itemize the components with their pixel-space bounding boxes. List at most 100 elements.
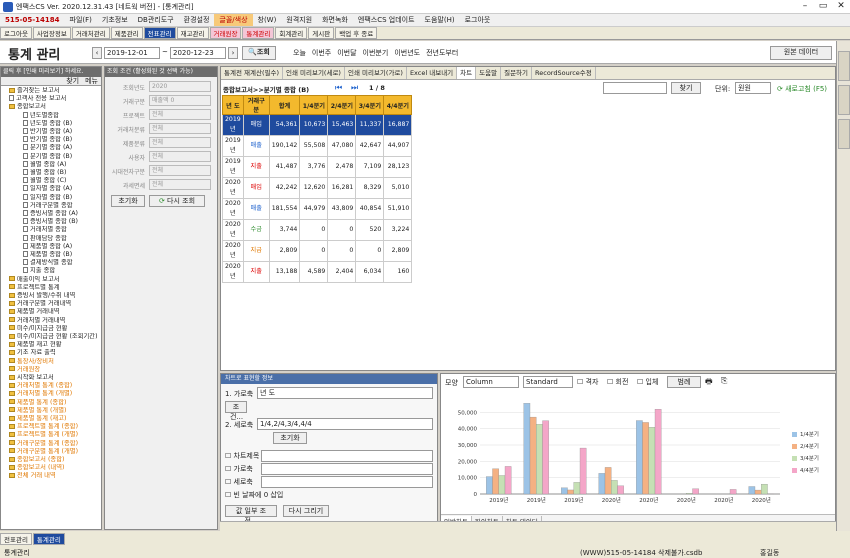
refresh-link[interactable]: ⟳ 새로고침 (F5): [777, 84, 827, 94]
menu-help[interactable]: 도움말(H): [420, 14, 460, 26]
tree-item[interactable]: 종합보고서 (종합): [9, 456, 64, 464]
tree-item[interactable]: 반기별 종합 (B): [23, 136, 72, 144]
condition-select[interactable]: 전체: [149, 165, 211, 176]
tree-item[interactable]: 거래처별 거래내역: [9, 317, 65, 325]
tree-item[interactable]: 거래구분별 통계 (종합): [9, 440, 78, 448]
tree-item[interactable]: 월별 종합 (C): [23, 177, 67, 185]
column-header[interactable]: 2/4분기: [327, 95, 357, 115]
side-tab-3[interactable]: [838, 119, 850, 149]
tree-item[interactable]: 판매담당 종합: [23, 234, 67, 243]
tree-item[interactable]: 미수/미지급금 현황 (조회기간): [9, 333, 98, 341]
quick-today[interactable]: 오늘: [290, 47, 309, 60]
tree-item[interactable]: 제품별 거래내역: [9, 308, 60, 316]
table-row[interactable]: 2020년 매입 42,242 12,620 16,281 8,329 5,010: [222, 177, 413, 199]
condition-select[interactable]: 매출액 0: [149, 95, 211, 106]
x-axis-select[interactable]: 년 도: [257, 387, 433, 399]
menu-remote[interactable]: 원격지원: [281, 14, 317, 26]
tree-item[interactable]: 결제방식별 종합: [23, 259, 73, 267]
table-row[interactable]: 2020년 지출 13,188 4,589 2,404 6,034 160: [222, 261, 413, 283]
chart-style-select[interactable]: Standard: [523, 376, 573, 388]
copy-icon[interactable]: ⎘: [721, 376, 727, 386]
chart-option-checkbox[interactable]: ☐ 차트제목: [225, 451, 259, 461]
menu-file[interactable]: 파일(F): [65, 14, 97, 26]
quick-week[interactable]: 이번주: [309, 47, 334, 60]
menu-record[interactable]: 화면녹화: [317, 14, 353, 26]
quick-month[interactable]: 이번달: [334, 47, 359, 60]
search-button[interactable]: 🔍조회: [242, 46, 276, 60]
tree-item[interactable]: 미수/미지급금 현황: [9, 325, 67, 333]
side-tab-1[interactable]: [838, 51, 850, 81]
tree-find-button[interactable]: 찾기: [63, 77, 82, 85]
menu-settings[interactable]: 환경설정: [179, 14, 215, 26]
column-header[interactable]: 3/4분기: [355, 95, 385, 115]
menu-db-tools[interactable]: DB관리도구: [133, 14, 179, 26]
tree-item[interactable]: 제품별 통계 (종합): [9, 399, 66, 407]
column-header[interactable]: 4/4분기: [383, 95, 413, 115]
menu-update[interactable]: 엔팩스CS 업데이트: [353, 14, 420, 26]
tab-statistics[interactable]: 통계관리: [242, 27, 275, 39]
tree-item[interactable]: 월별 종합 (A): [23, 160, 66, 169]
tree-item[interactable]: 증빙서 발행/수취 내역: [9, 292, 75, 300]
chart-option-input[interactable]: [261, 476, 433, 488]
tree-item[interactable]: 거래원장: [9, 366, 40, 374]
tab-logout[interactable]: 로그아웃: [0, 27, 32, 39]
tree-item[interactable]: 거래구분별 종합: [23, 201, 73, 210]
table-row[interactable]: 2020년 지급 2,809 0 0 0 2,809: [222, 240, 413, 262]
minimize-icon[interactable]: –: [796, 0, 814, 13]
condition-select[interactable]: 전체: [149, 109, 211, 120]
table-row[interactable]: 2020년 수금 3,744 0 0 520 3,224: [222, 219, 413, 241]
prev-page-icon[interactable]: ⏮: [335, 83, 342, 93]
tab-vouchers[interactable]: 전표관리: [143, 27, 176, 39]
menu-logout[interactable]: 로그아웃: [460, 14, 496, 26]
menu-window[interactable]: 창(W): [253, 14, 282, 26]
rotate-checkbox[interactable]: ☐ 회전: [607, 377, 628, 387]
tab-board[interactable]: 게시판: [308, 27, 335, 39]
prev-date-button[interactable]: ‹: [92, 47, 102, 59]
tree-item[interactable]: 증빙서별 종합 (A): [23, 210, 78, 218]
condition-select[interactable]: 전체: [149, 179, 211, 190]
tree-item[interactable]: 프로젝트별 통계 (개별): [9, 431, 78, 439]
unit-select[interactable]: 원원: [735, 82, 771, 94]
side-tab-2[interactable]: [838, 85, 850, 115]
tree-item[interactable]: 분기별 종합 (A): [23, 144, 72, 152]
tree-item[interactable]: 기초 자료 출력: [9, 349, 56, 357]
condition-select[interactable]: 전체: [149, 137, 211, 148]
chart-option-input[interactable]: [261, 450, 433, 462]
table-row[interactable]: 2019년 매출 190,142 55,508 47,080 42,647 44,907: [222, 135, 413, 157]
tree-item[interactable]: 종합보고서: [9, 103, 46, 111]
tree-item[interactable]: 년도별 종합 (B): [23, 119, 72, 128]
quick-year[interactable]: 이번년도: [391, 47, 423, 60]
table-row[interactable]: 2019년 지출 41,487 3,776 2,478 7,109 28,123: [222, 156, 413, 178]
adjust-values-button[interactable]: 값 일부 조정...: [225, 505, 277, 525]
tree-item[interactable]: 지출 종합: [23, 267, 55, 275]
tree-item[interactable]: 분기별 종합 (B): [23, 152, 72, 161]
recalc-button[interactable]: 통계전 재계산(필수): [221, 67, 283, 79]
tree-item[interactable]: 일자별 종합 (A): [23, 185, 72, 193]
close-icon[interactable]: ✕: [832, 0, 850, 13]
column-header[interactable]: 년 도: [222, 95, 244, 115]
tree-menu-button[interactable]: 메뉴: [82, 77, 101, 85]
tree-item[interactable]: 고객사 전용 보고서: [9, 95, 66, 103]
print-preview-landscape-button[interactable]: 인쇄 미리보기(가로): [345, 67, 407, 79]
tree-item[interactable]: 제품별 통계 (개별): [9, 407, 66, 415]
column-header[interactable]: 거래구분: [242, 95, 270, 115]
help-button[interactable]: 도움말: [476, 67, 502, 79]
tab-products[interactable]: 제품관리: [110, 27, 143, 39]
tree-item[interactable]: 반기별 종합 (A): [23, 128, 72, 136]
window-tab-statistics[interactable]: 통계관리: [32, 533, 65, 545]
column-header[interactable]: 합계: [268, 95, 301, 115]
chart-button[interactable]: 차트: [457, 67, 477, 79]
table-row[interactable]: 2020년 매출 181,554 44,979 43,809 40,854 51,910: [222, 198, 413, 220]
series-select[interactable]: 1/4,2/4,3/4,4/4: [257, 418, 433, 430]
condition-select[interactable]: 2020: [149, 81, 211, 92]
grid-checkbox[interactable]: ☐ 격자: [577, 377, 598, 387]
tree-item[interactable]: 거래구분별 거래내역: [9, 300, 71, 308]
tree-item[interactable]: 종합보고서 (내역): [9, 464, 64, 472]
ask-button[interactable]: 질문하기: [501, 67, 533, 79]
tree-item[interactable]: 거래구분별 통계 (개별): [9, 448, 78, 456]
tab-clients[interactable]: 거래처관리: [71, 27, 110, 39]
next-date-button[interactable]: ›: [228, 47, 238, 59]
date-to-input[interactable]: 2020-12-23: [170, 47, 226, 59]
quick-prev-year[interactable]: 전년도부터: [423, 47, 461, 60]
series-reset-button[interactable]: 초기화: [273, 432, 307, 444]
